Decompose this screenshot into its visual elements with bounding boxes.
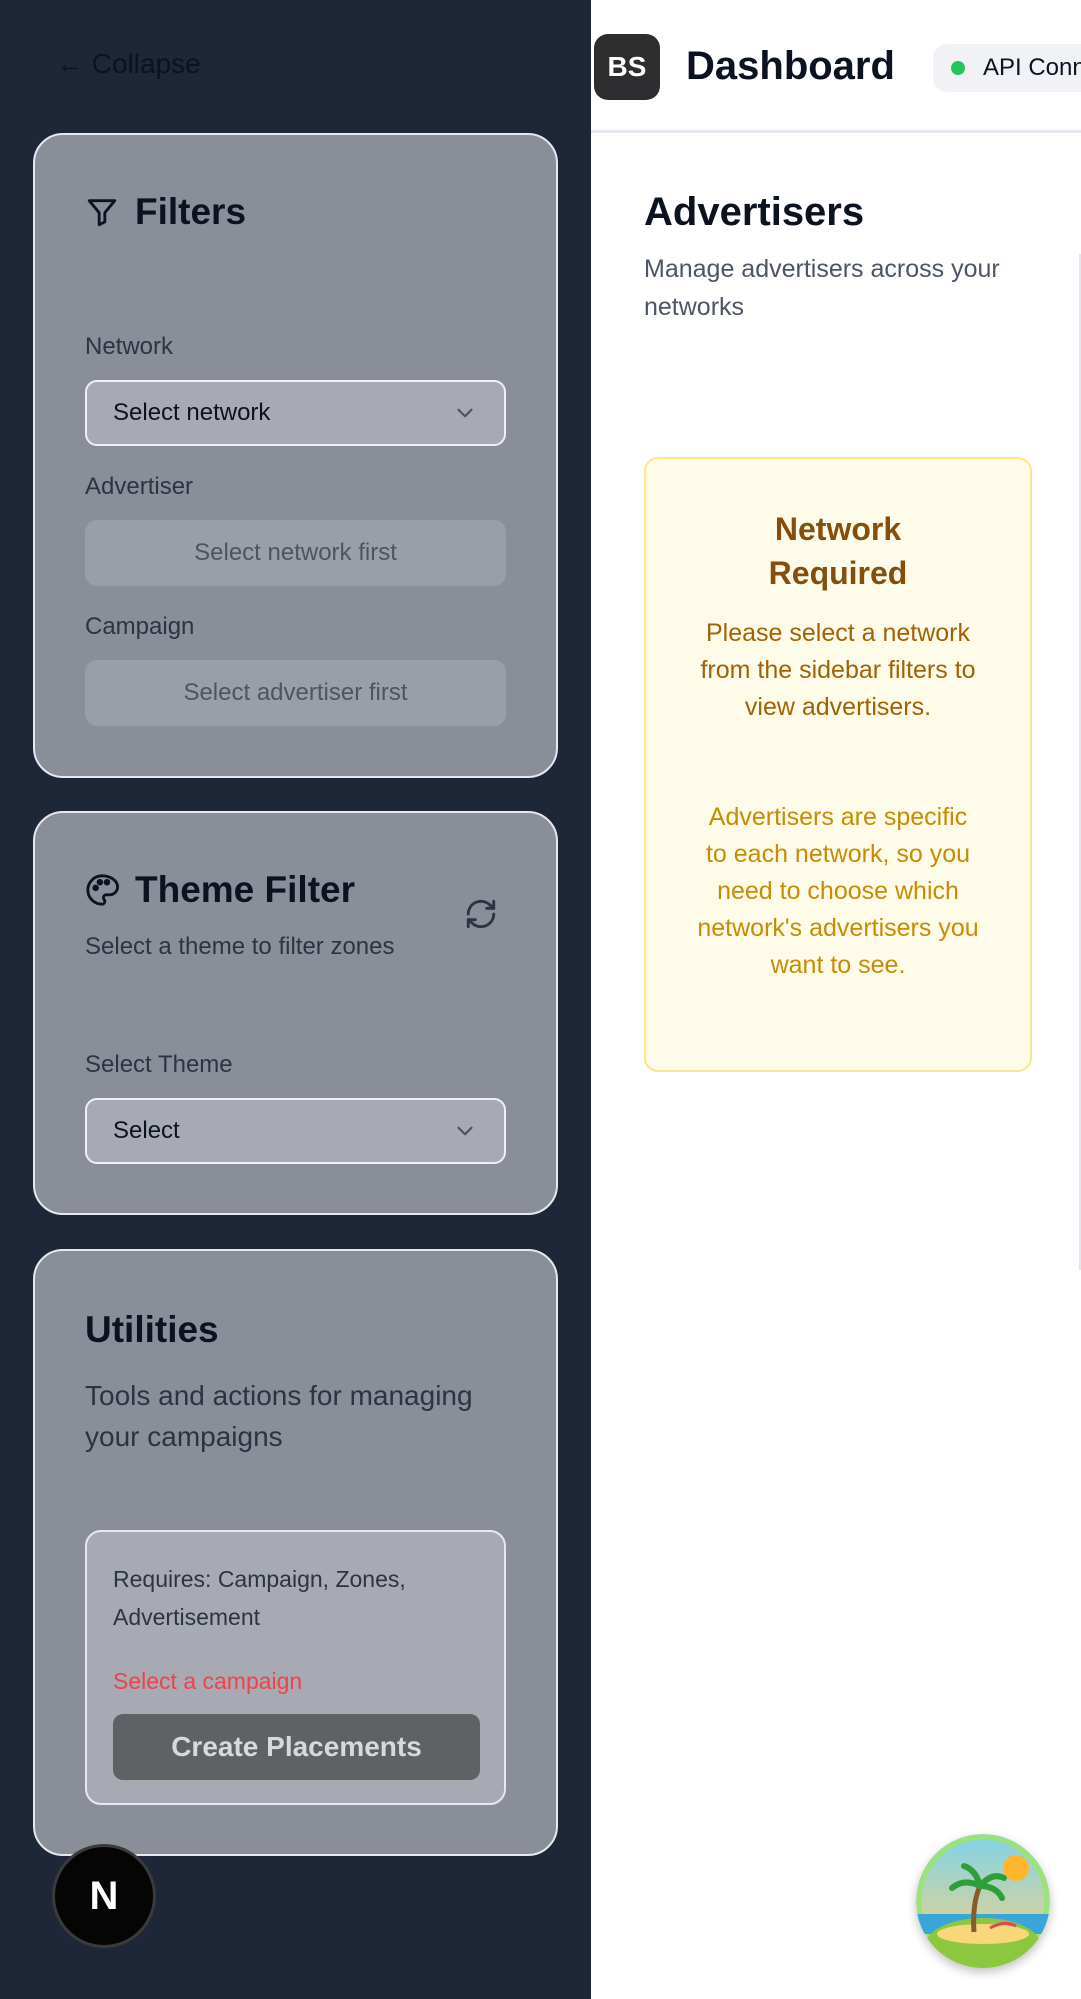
badge-letter: N (89, 1873, 119, 1918)
sidebar: ← Collapse Filters Network Select networ… (0, 0, 591, 1999)
filters-heading: Filters (85, 191, 246, 233)
chevron-down-icon (457, 1126, 473, 1136)
network-required-notice: Network Required Please select a network… (644, 457, 1032, 1072)
nextjs-badge-button[interactable]: N (52, 1844, 156, 1948)
beach-island-illustration (916, 1834, 1050, 1968)
utilities-subtitle: Tools and actions for managing your camp… (85, 1380, 473, 1452)
notice-body: Please select a network from the sidebar… (700, 619, 976, 721)
refresh-icon[interactable] (464, 897, 498, 931)
campaign-select[interactable]: Select advertiser first (85, 660, 506, 726)
create-placements-button[interactable]: Create Placements (113, 1714, 480, 1780)
top-bar: BS Dashboard API Connected (591, 0, 1081, 133)
collapse-label: ← Collapse (56, 48, 201, 79)
filters-card: Filters Network Select network Advertise… (33, 133, 558, 778)
theme-filter-heading: Theme Filter (85, 869, 355, 911)
app-root: ← Collapse Filters Network Select networ… (0, 0, 1081, 1999)
theme-filter-card: Theme Filter Select a theme to filter zo… (33, 811, 558, 1215)
palette-icon (86, 874, 119, 906)
main-content: BS Dashboard API Connected Advertisers M… (591, 0, 1081, 1999)
theme-filter-subtitle: Select a theme to filter zones (85, 933, 395, 960)
utilities-card: Utilities Tools and actions for managing… (33, 1249, 558, 1856)
filter-icon (87, 199, 117, 227)
chevron-down-icon (457, 408, 473, 418)
avatar[interactable]: BS (594, 34, 660, 100)
page-header-title: Dashboard (686, 44, 895, 88)
advertiser-select[interactable]: Select network first (85, 520, 506, 586)
campaign-select-placeholder: Select advertiser first (183, 679, 408, 706)
requirements-text: Requires: Campaign, Zones, Advertisement (113, 1566, 406, 1630)
theme-filter-title: Theme Filter (135, 869, 355, 910)
network-select-value: Select network (113, 399, 271, 426)
page-subtitle: Manage advertisers across your networks (644, 255, 1000, 321)
utilities-title: Utilities (85, 1309, 219, 1350)
theme-select[interactable]: Select (85, 1098, 506, 1164)
utilities-heading: Utilities (85, 1309, 219, 1351)
create-placements-panel: Requires: Campaign, Zones, Advertisement… (85, 1530, 506, 1805)
api-status-badge: API Connected (933, 44, 1081, 92)
filters-title: Filters (135, 191, 247, 232)
advertiser-select-placeholder: Select network first (194, 539, 397, 566)
notice-title: Network Required (768, 511, 908, 591)
api-status-text: API Connected (983, 54, 1081, 81)
beach-island-icon[interactable] (916, 1834, 1050, 1968)
campaign-label: Campaign (85, 613, 195, 640)
page-title: Advertisers (644, 190, 865, 234)
network-select[interactable]: Select network (85, 380, 506, 446)
collapse-button[interactable]: ← Collapse (56, 48, 201, 80)
network-label: Network (85, 333, 174, 360)
requirement-warning: Select a campaign (113, 1668, 303, 1694)
advertiser-label: Advertiser (85, 473, 194, 500)
theme-select-value: Select (113, 1117, 180, 1144)
notice-detail: Advertisers are specific to each network… (697, 803, 979, 979)
status-dot (951, 61, 965, 75)
select-theme-label: Select Theme (85, 1051, 233, 1078)
